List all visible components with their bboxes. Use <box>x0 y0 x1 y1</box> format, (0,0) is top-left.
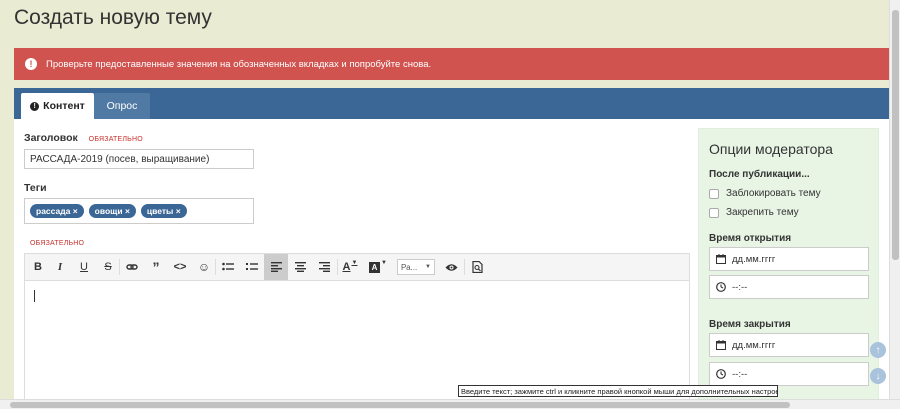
tag-remove-icon[interactable]: × <box>73 206 78 216</box>
close-date-placeholder: дд.мм.гггг <box>732 339 776 351</box>
error-alert: ! Проверьте предоставленные значения на … <box>14 48 889 80</box>
editor-toolbar: B I U S ” <> ☺ A ▼ A ▼ Ра... ▼ <box>25 254 689 281</box>
align-left-icon[interactable] <box>264 254 288 280</box>
tab-content-label: Контент <box>43 100 85 112</box>
moderator-title: Опции модератора <box>709 141 833 157</box>
info-icon: ! <box>30 101 40 111</box>
align-center-icon[interactable] <box>288 254 312 280</box>
code-icon[interactable]: <> <box>168 254 192 280</box>
page-title: Создать новую тему <box>14 6 212 29</box>
editor-tooltip: Введите текст; зажмите ctrl и кликните п… <box>458 385 778 397</box>
calendar-icon <box>716 340 726 350</box>
open-time-placeholder: --:-- <box>732 281 748 293</box>
chevron-down-icon: ▼ <box>425 264 431 270</box>
after-publish-label: После публикации... <box>709 169 810 180</box>
italic-icon[interactable]: I <box>48 254 72 280</box>
font-select-value: Ра... <box>401 262 418 272</box>
tag-remove-icon[interactable]: × <box>125 206 130 216</box>
tag-chip[interactable]: рассада × <box>30 204 84 218</box>
scroll-up-icon[interactable]: ↑ <box>870 342 886 358</box>
tags-label: Теги <box>24 182 47 194</box>
text-cursor <box>34 290 35 302</box>
tag-chip[interactable]: цветы × <box>140 204 187 218</box>
horizontal-scrollbar-thumb[interactable] <box>10 402 790 408</box>
tag-chip-label: овощи <box>94 206 123 216</box>
tags-input[interactable]: рассада × овощи × цветы × <box>24 198 254 224</box>
open-date-input[interactable]: дд.мм.гггг <box>709 247 869 271</box>
calendar-icon <box>716 254 726 264</box>
emoji-icon[interactable]: ☺ <box>192 254 216 280</box>
close-time-placeholder: --:-- <box>732 368 748 380</box>
background-color-icon[interactable]: A ▼ <box>366 254 390 280</box>
text-color-icon[interactable]: A ▼ <box>338 254 362 280</box>
scroll-down-icon[interactable]: ↓ <box>870 368 886 384</box>
bold-icon[interactable]: B <box>26 254 50 280</box>
exclamation-icon: ! <box>25 58 37 70</box>
lock-topic-checkbox[interactable]: Заблокировать тему <box>709 188 821 199</box>
font-select[interactable]: Ра... ▼ <box>397 259 435 275</box>
close-time-label: Время закрытия <box>709 319 791 330</box>
underline-icon[interactable]: U <box>72 254 96 280</box>
pin-topic-label: Закрепить тему <box>726 207 799 218</box>
lock-topic-label: Заблокировать тему <box>726 188 821 199</box>
title-input-value: РАССАДА-2019 (посев, выращивание) <box>30 153 210 165</box>
tab-poll-label: Опрос <box>106 100 138 112</box>
horizontal-scrollbar[interactable] <box>0 399 900 409</box>
vertical-scrollbar-thumb[interactable] <box>892 10 899 260</box>
close-time-input[interactable]: --:-- <box>709 362 869 386</box>
vertical-scrollbar[interactable] <box>889 0 900 399</box>
link-icon[interactable] <box>120 254 144 280</box>
tab-content[interactable]: ! Контент <box>21 93 94 119</box>
clock-icon <box>716 369 726 379</box>
open-time-input[interactable]: --:-- <box>709 275 869 299</box>
tab-bar: ! Контент Опрос <box>14 88 889 119</box>
tag-chip-label: рассада <box>36 206 71 216</box>
pin-topic-checkbox[interactable]: Закрепить тему <box>709 207 799 218</box>
alert-message: Проверьте предоставленные значения на об… <box>46 58 432 70</box>
bullet-list-icon[interactable] <box>216 254 240 280</box>
title-input[interactable]: РАССАДА-2019 (посев, выращивание) <box>24 149 254 169</box>
source-icon[interactable] <box>465 254 489 280</box>
close-date-input[interactable]: дд.мм.гггг <box>709 333 869 357</box>
tag-chip-label: цветы <box>146 206 174 216</box>
quote-icon[interactable]: ” <box>144 254 168 280</box>
align-right-icon[interactable] <box>312 254 336 280</box>
moderator-options-panel: Опции модератора После публикации... Заб… <box>698 128 879 409</box>
tag-remove-icon[interactable]: × <box>176 206 181 216</box>
numbered-list-icon[interactable] <box>240 254 264 280</box>
open-time-label: Время открытия <box>709 233 792 244</box>
body-required-badge: ОБЯЗАТЕЛЬНО <box>30 240 85 247</box>
title-label: Заголовок ОБЯЗАТЕЛЬНО <box>24 132 143 144</box>
content-panel: Заголовок ОБЯЗАТЕЛЬНО РАССАДА-2019 (посе… <box>14 119 889 409</box>
checkbox-box[interactable] <box>709 188 719 199</box>
clock-icon <box>716 282 726 292</box>
preview-icon[interactable] <box>439 254 463 280</box>
strikethrough-icon[interactable]: S <box>96 254 120 280</box>
tab-poll[interactable]: Опрос <box>94 93 150 119</box>
title-required-badge: ОБЯЗАТЕЛЬНО <box>88 136 143 143</box>
checkbox-box[interactable] <box>709 207 719 218</box>
open-date-placeholder: дд.мм.гггг <box>732 253 776 265</box>
tag-chip[interactable]: овощи × <box>88 204 136 218</box>
title-label-text: Заголовок <box>24 132 78 144</box>
